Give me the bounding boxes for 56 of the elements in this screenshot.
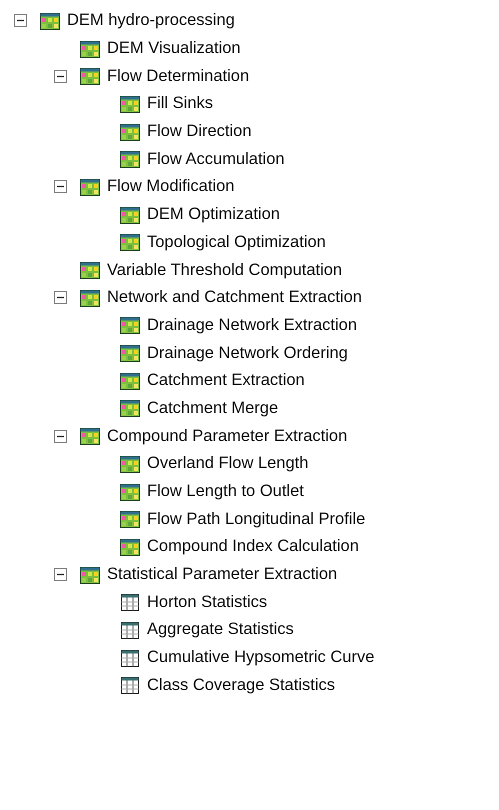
raster-grid-icon: [120, 510, 140, 528]
tree-item[interactable]: Compound Parameter Extraction: [107, 426, 348, 446]
raster-grid-icon: [40, 12, 60, 30]
tree-item[interactable]: Drainage Network Extraction: [147, 316, 358, 335]
collapse-icon[interactable]: [14, 14, 27, 28]
raster-grid-icon: [80, 67, 100, 86]
tree-item[interactable]: Statistical Parameter Extraction: [107, 565, 338, 584]
raster-grid-icon: [120, 316, 140, 334]
tree-item[interactable]: Cumulative Hypsometric Curve: [147, 648, 374, 668]
tree-item[interactable]: Flow Modification: [107, 177, 234, 196]
table-icon: [120, 620, 140, 639]
raster-grid-icon: [120, 206, 140, 224]
raster-grid-icon: [120, 538, 140, 556]
raster-grid-icon: [80, 288, 100, 307]
tree-item[interactable]: DEM Visualization: [107, 39, 241, 58]
raster-grid-icon: [80, 427, 100, 446]
tree-item[interactable]: Catchment Merge: [147, 398, 278, 418]
tree-item[interactable]: Fill Sinks: [147, 94, 214, 114]
tree-item[interactable]: Network and Catchment Extraction: [107, 288, 362, 308]
tree-item[interactable]: Flow Determination: [107, 66, 250, 86]
tree-item[interactable]: Variable Threshold Computation: [107, 260, 342, 280]
collapse-icon[interactable]: [54, 430, 67, 443]
collapse-icon[interactable]: [54, 70, 67, 83]
tree-item[interactable]: Drainage Network Ordering: [147, 344, 348, 363]
raster-grid-icon: [80, 178, 100, 196]
raster-grid-icon: [80, 261, 100, 280]
tree-item[interactable]: Flow Path Longitudinal Profile: [147, 510, 366, 529]
collapse-icon[interactable]: [54, 568, 67, 582]
table-icon: [120, 593, 140, 612]
raster-grid-icon: [120, 94, 140, 113]
tree-item[interactable]: Flow Accumulation: [147, 150, 285, 169]
tree-item[interactable]: Topological Optimization: [147, 232, 326, 252]
raster-grid-icon: [120, 122, 140, 141]
tree-item[interactable]: Class Coverage Statistics: [147, 676, 335, 695]
table-icon: [120, 648, 140, 667]
tree-item[interactable]: Aggregate Statistics: [147, 620, 294, 640]
raster-grid-icon: [120, 454, 140, 473]
raster-grid-icon: [120, 233, 140, 252]
tree-item[interactable]: Flow Direction: [147, 122, 252, 142]
collapse-icon[interactable]: [54, 180, 67, 194]
raster-grid-icon: [120, 399, 140, 418]
tree-item[interactable]: Horton Statistics: [147, 592, 268, 612]
raster-grid-icon: [120, 344, 140, 362]
table-icon: [120, 676, 140, 694]
raster-grid-icon: [120, 150, 140, 168]
raster-grid-icon: [80, 40, 100, 58]
raster-grid-icon: [80, 566, 100, 584]
tree-item[interactable]: DEM hydro-processing: [67, 11, 235, 30]
tree-item[interactable]: Overland Flow Length: [147, 454, 308, 474]
tree-item[interactable]: Catchment Extraction: [147, 371, 305, 390]
tree-item[interactable]: Flow Length to Outlet: [147, 482, 304, 502]
tree-item[interactable]: Compound Index Calculation: [147, 537, 359, 556]
raster-grid-icon: [120, 372, 140, 390]
collapse-icon[interactable]: [54, 291, 67, 304]
tree-item[interactable]: DEM Optimization: [147, 205, 280, 224]
raster-grid-icon: [120, 482, 140, 501]
